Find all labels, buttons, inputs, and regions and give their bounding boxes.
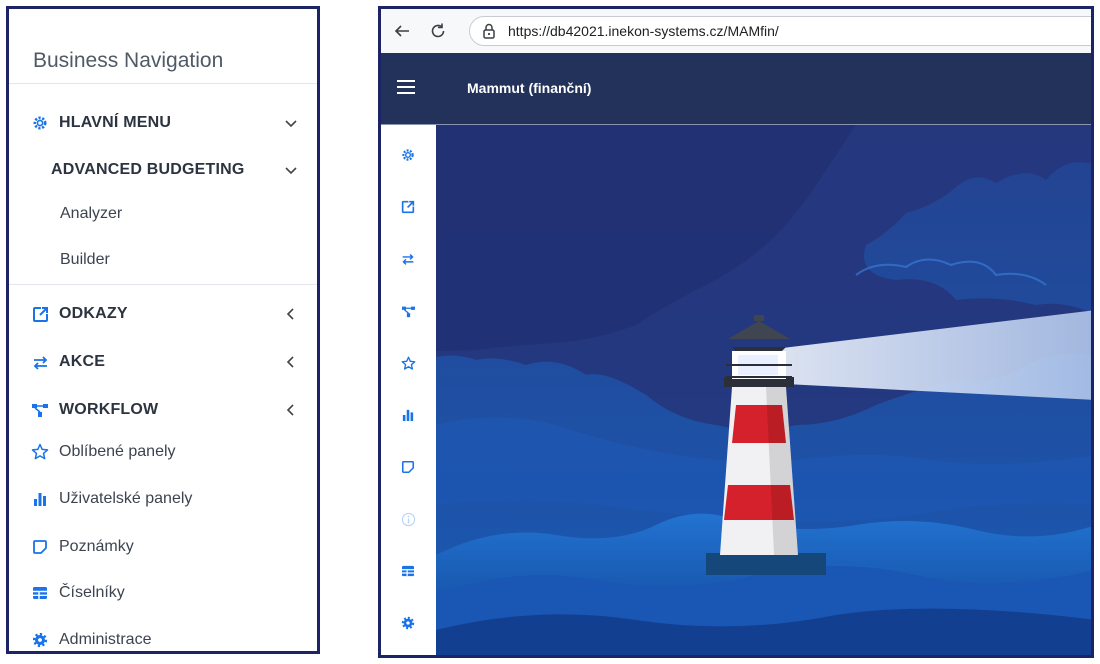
menu-label: Uživatelské panely bbox=[59, 490, 193, 507]
divider bbox=[9, 284, 317, 285]
divider bbox=[9, 83, 317, 84]
browser-toolbar: https://db42021.inekon-systems.cz/MAMfin… bbox=[381, 9, 1091, 53]
table-icon bbox=[27, 582, 53, 604]
cog-icon bbox=[27, 629, 53, 651]
menu-label: Číselníky bbox=[59, 584, 125, 601]
bar-chart-icon bbox=[27, 488, 53, 510]
site-info-icon[interactable] bbox=[480, 22, 498, 40]
star-icon[interactable] bbox=[398, 353, 418, 373]
menu-poznamky[interactable]: Poznámky bbox=[9, 529, 317, 565]
menu-label: WORKFLOW bbox=[59, 401, 159, 418]
gear-icon bbox=[27, 112, 53, 134]
menu-label: ODKAZY bbox=[59, 305, 128, 322]
app-area: Mammut (finanční) bbox=[381, 53, 1091, 655]
menu-oblibene-panely[interactable]: Oblíbené panely bbox=[9, 434, 317, 470]
menu-label: Poznámky bbox=[59, 538, 134, 555]
menu-hlavni-menu[interactable]: HLAVNÍ MENU bbox=[9, 105, 317, 141]
menu-label: Administrace bbox=[59, 631, 152, 648]
hamburger-menu-icon[interactable] bbox=[397, 80, 415, 96]
chevron-down-icon bbox=[285, 120, 297, 128]
app-topbar: Mammut (finanční) bbox=[381, 53, 1091, 125]
url-text[interactable]: https://db42021.inekon-systems.cz/MAMfin… bbox=[508, 23, 779, 39]
menu-builder[interactable]: Builder bbox=[9, 242, 317, 278]
chevron-left-icon bbox=[286, 308, 294, 320]
info-icon[interactable] bbox=[398, 509, 418, 529]
chevron-down-icon bbox=[285, 167, 297, 175]
bar-chart-icon[interactable] bbox=[398, 405, 418, 425]
menu-ciselniky[interactable]: Číselníky bbox=[9, 575, 317, 611]
gear-icon[interactable] bbox=[398, 145, 418, 165]
menu-label: ADVANCED BUDGETING bbox=[51, 161, 245, 178]
star-icon bbox=[27, 441, 53, 463]
table-icon[interactable] bbox=[398, 561, 418, 581]
menu-label: HLAVNÍ MENU bbox=[59, 114, 172, 131]
external-link-icon bbox=[27, 303, 53, 325]
note-icon[interactable] bbox=[398, 457, 418, 477]
cog-icon[interactable] bbox=[398, 613, 418, 633]
panel-title: Business Navigation bbox=[33, 49, 224, 72]
app-title: Mammut (finanční) bbox=[467, 80, 592, 96]
business-navigation-panel: Business Navigation HLAVNÍ MENU ADVANCED… bbox=[6, 6, 320, 654]
workflow-icon[interactable] bbox=[398, 301, 418, 321]
menu-akce[interactable]: AKCE bbox=[9, 344, 317, 380]
chevron-left-icon bbox=[286, 404, 294, 416]
address-bar[interactable]: https://db42021.inekon-systems.cz/MAMfin… bbox=[469, 16, 1091, 46]
workflow-icon bbox=[27, 399, 53, 421]
back-arrow-icon[interactable] bbox=[391, 20, 413, 42]
swap-arrows-icon[interactable] bbox=[398, 249, 418, 269]
browser-window: https://db42021.inekon-systems.cz/MAMfin… bbox=[378, 6, 1094, 658]
lighthouse-illustration bbox=[436, 125, 1091, 655]
external-link-icon[interactable] bbox=[398, 197, 418, 217]
swap-arrows-icon bbox=[27, 351, 53, 373]
menu-uzivatelske-panely[interactable]: Uživatelské panely bbox=[9, 481, 317, 517]
menu-label: Builder bbox=[60, 251, 110, 268]
menu-advanced-budgeting[interactable]: ADVANCED BUDGETING bbox=[9, 152, 317, 188]
sidebar-icon-rail bbox=[381, 125, 436, 655]
chevron-left-icon bbox=[286, 356, 294, 368]
reload-icon[interactable] bbox=[427, 20, 449, 42]
menu-workflow[interactable]: WORKFLOW bbox=[9, 392, 317, 428]
menu-label: Analyzer bbox=[60, 205, 123, 222]
menu-label: AKCE bbox=[59, 353, 106, 370]
menu-analyzer[interactable]: Analyzer bbox=[9, 196, 317, 232]
menu-label: Oblíbené panely bbox=[59, 443, 176, 460]
lighthouse-hero-image bbox=[436, 125, 1091, 655]
note-icon bbox=[27, 536, 53, 558]
menu-administrace[interactable]: Administrace bbox=[9, 622, 317, 651]
menu-odkazy[interactable]: ODKAZY bbox=[9, 296, 317, 332]
